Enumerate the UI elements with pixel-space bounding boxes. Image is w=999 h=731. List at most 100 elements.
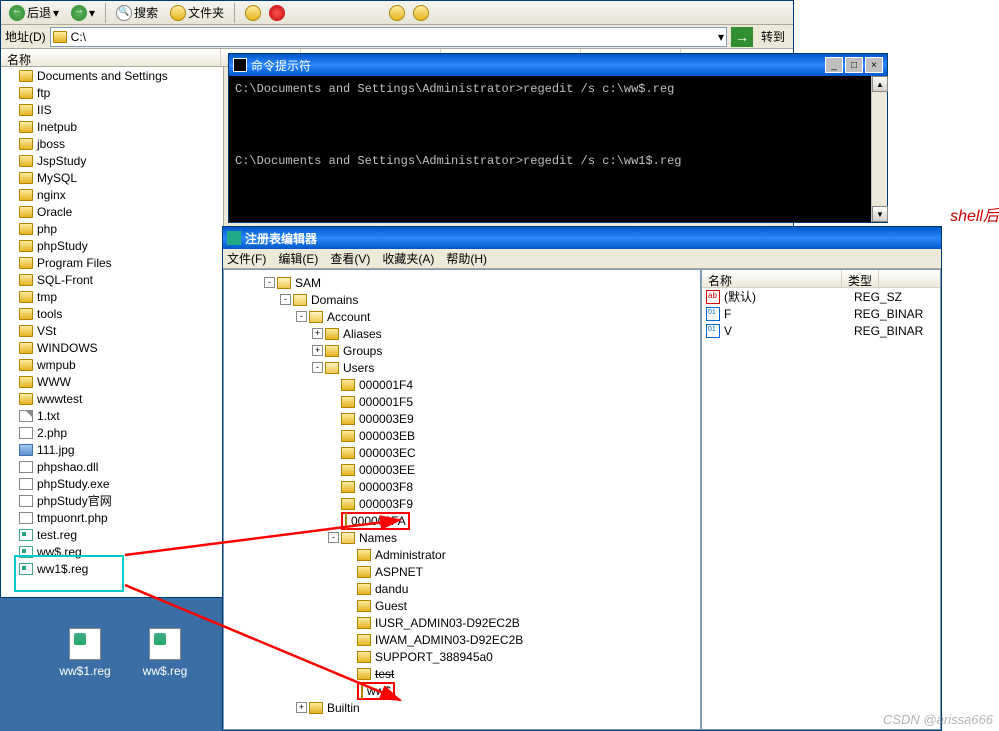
tree-node[interactable]: -Names	[264, 529, 700, 546]
expand-icon[interactable]: +	[312, 328, 323, 339]
tree-node[interactable]: 000001F4	[264, 376, 700, 393]
file-row[interactable]: jboss	[1, 135, 223, 152]
regedit-titlebar[interactable]: 注册表编辑器	[223, 227, 941, 249]
file-row[interactable]: JspStudy	[1, 152, 223, 169]
minimize-button[interactable]: _	[825, 57, 843, 73]
collapse-icon[interactable]: -	[296, 311, 307, 322]
col-value-name[interactable]: 名称	[702, 270, 842, 287]
tree-node[interactable]: 000003F9	[264, 495, 700, 512]
registry-tree[interactable]: -SAM-Domains-Account+Aliases+Groups-User…	[223, 269, 701, 730]
tool-icon[interactable]	[389, 5, 405, 21]
search-button[interactable]: 搜索	[112, 3, 162, 22]
file-row[interactable]: Inetpub	[1, 118, 223, 135]
stop-icon[interactable]	[269, 5, 285, 21]
go-button[interactable]: →	[731, 27, 753, 47]
value-row[interactable]: (默认)REG_SZ	[702, 288, 940, 305]
collapse-icon[interactable]: -	[264, 277, 275, 288]
close-button[interactable]: ×	[865, 57, 883, 73]
file-row[interactable]: php	[1, 220, 223, 237]
file-row[interactable]: Oracle	[1, 203, 223, 220]
file-row[interactable]: Program Files	[1, 254, 223, 271]
tree-node[interactable]: -Users	[264, 359, 700, 376]
tree-node[interactable]: +Groups	[264, 342, 700, 359]
tree-node[interactable]: IWAM_ADMIN03-D92EC2B	[264, 631, 700, 648]
desktop[interactable]: ww$1.reg ww$.reg	[0, 598, 223, 731]
value-row[interactable]: VREG_BINAR	[702, 322, 940, 339]
file-row[interactable]: SQL-Front	[1, 271, 223, 288]
col-value-type[interactable]: 类型	[842, 270, 879, 287]
file-row[interactable]: tools	[1, 305, 223, 322]
file-row[interactable]: Documents and Settings	[1, 67, 223, 84]
file-row[interactable]: phpStudy.exe	[1, 475, 223, 492]
file-row[interactable]: tmp	[1, 288, 223, 305]
tree-node[interactable]: Administrator	[264, 546, 700, 563]
file-row[interactable]: 111.jpg	[1, 441, 223, 458]
col-name[interactable]: 名称	[1, 49, 221, 66]
tree-node[interactable]: 000003F8	[264, 478, 700, 495]
dropdown-icon[interactable]: ▾	[718, 30, 724, 44]
tree-node[interactable]: IUSR_ADMIN03-D92EC2B	[264, 614, 700, 631]
desktop-icon[interactable]: ww$1.reg	[50, 628, 120, 678]
file-row[interactable]: tmpuonrt.php	[1, 509, 223, 526]
collapse-icon[interactable]: -	[312, 362, 323, 373]
collapse-icon[interactable]: -	[280, 294, 291, 305]
cmd-scrollbar[interactable]: ▲ ▼	[871, 76, 887, 222]
scroll-up-icon[interactable]: ▲	[872, 76, 888, 92]
tree-node[interactable]: SUPPORT_388945a0	[264, 648, 700, 665]
tree-node[interactable]: 000003E9	[264, 410, 700, 427]
tree-node[interactable]: test	[264, 665, 700, 682]
collapse-icon[interactable]: -	[328, 532, 339, 543]
value-row[interactable]: FREG_BINAR	[702, 305, 940, 322]
tree-node[interactable]: -Domains	[264, 291, 700, 308]
scroll-down-icon[interactable]: ▼	[872, 206, 888, 222]
desktop-icon[interactable]: ww$.reg	[130, 628, 200, 678]
tree-node[interactable]: 000003EC	[264, 444, 700, 461]
file-row[interactable]: phpStudy	[1, 237, 223, 254]
expand-icon[interactable]: +	[296, 702, 307, 713]
file-row[interactable]: test.reg	[1, 526, 223, 543]
menu-item[interactable]: 文件(F)	[227, 250, 266, 267]
file-row[interactable]: 1.txt	[1, 407, 223, 424]
tree-node[interactable]: +Builtin	[264, 699, 700, 716]
menu-item[interactable]: 帮助(H)	[446, 250, 487, 267]
address-input[interactable]: C:\ ▾	[50, 27, 727, 47]
tree-node[interactable]: 000003EB	[264, 427, 700, 444]
tree-node[interactable]: -SAM	[264, 274, 700, 291]
menu-item[interactable]: 收藏夹(A)	[382, 250, 434, 267]
tree-node[interactable]: dandu	[264, 580, 700, 597]
file-row[interactable]: WWW	[1, 373, 223, 390]
tree-node[interactable]: -Account	[264, 308, 700, 325]
forward-button[interactable]: ▾	[67, 4, 99, 22]
file-row[interactable]: WINDOWS	[1, 339, 223, 356]
cmd-output[interactable]: C:\Documents and Settings\Administrator>…	[229, 76, 887, 246]
tree-node[interactable]: +Aliases	[264, 325, 700, 342]
file-row[interactable]: phpshao.dll	[1, 458, 223, 475]
tree-node[interactable]: 000001F5	[264, 393, 700, 410]
menu-item[interactable]: 查看(V)	[330, 250, 370, 267]
tree-node[interactable]: 000003EE	[264, 461, 700, 478]
regedit-menu: 文件(F) 编辑(E) 查看(V) 收藏夹(A) 帮助(H)	[223, 249, 941, 269]
file-row[interactable]: phpStudy官网	[1, 492, 223, 509]
file-row[interactable]: wwwtest	[1, 390, 223, 407]
folders-button[interactable]: 文件夹	[166, 3, 228, 22]
tool-icon[interactable]	[413, 5, 429, 21]
tree-node[interactable]: ASPNET	[264, 563, 700, 580]
tree-node[interactable]: Guest	[264, 597, 700, 614]
file-row[interactable]: nginx	[1, 186, 223, 203]
file-row[interactable]: VSt	[1, 322, 223, 339]
file-row[interactable]: 2.php	[1, 424, 223, 441]
maximize-button[interactable]: □	[845, 57, 863, 73]
file-row[interactable]: ftp	[1, 84, 223, 101]
expand-icon[interactable]: +	[312, 345, 323, 356]
file-list[interactable]: Documents and SettingsftpIISInetpubjboss…	[1, 67, 224, 597]
file-row[interactable]: IIS	[1, 101, 223, 118]
back-button[interactable]: 后退 ▾	[5, 3, 63, 22]
file-row[interactable]: MySQL	[1, 169, 223, 186]
file-row[interactable]: wmpub	[1, 356, 223, 373]
registry-values[interactable]: 名称 类型 (默认)REG_SZFREG_BINARVREG_BINAR	[701, 269, 941, 730]
cmd-titlebar[interactable]: 命令提示符 _ □ ×	[229, 54, 887, 76]
tree-node[interactable]: 000003FA	[264, 512, 700, 529]
tree-node[interactable]: ww$	[264, 682, 700, 699]
views-icon[interactable]	[245, 5, 261, 21]
menu-item[interactable]: 编辑(E)	[278, 250, 318, 267]
